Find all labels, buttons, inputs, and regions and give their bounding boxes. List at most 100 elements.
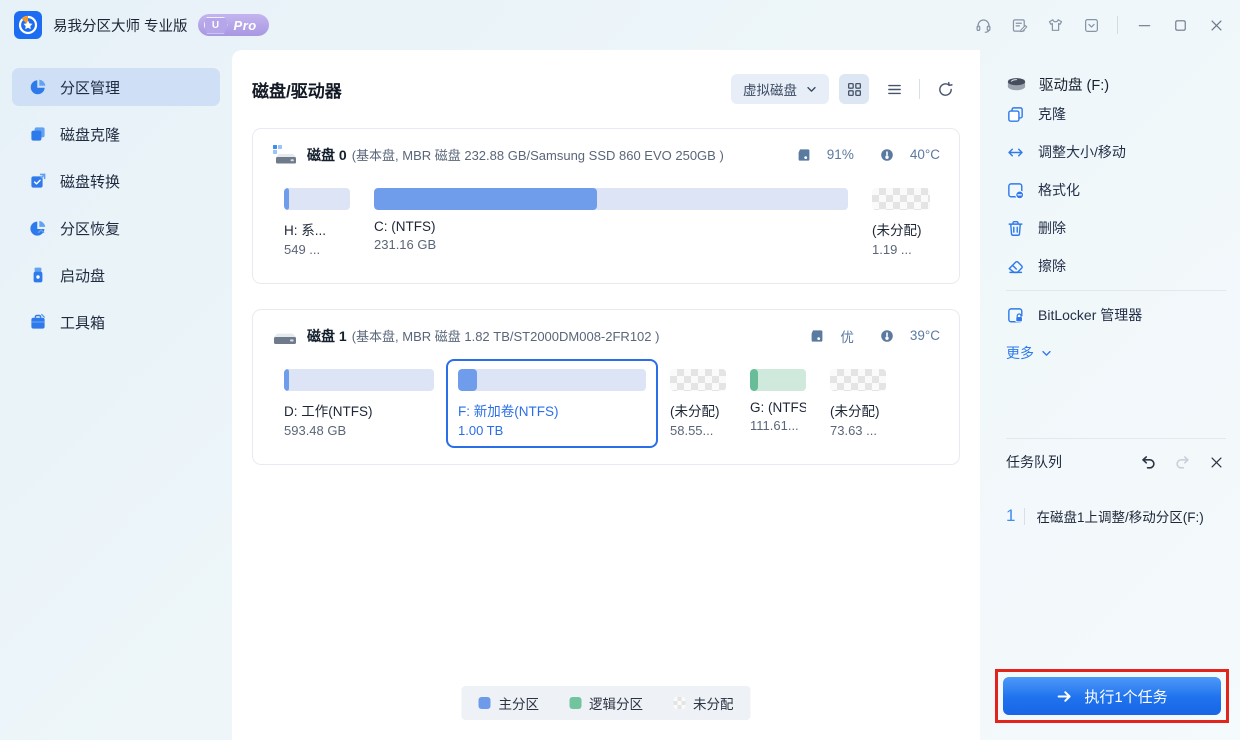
partition-item[interactable]: (未分配) 1.19 ... — [860, 178, 942, 267]
partition-recovery-icon — [29, 219, 47, 237]
page-title: 磁盘/驱动器 — [252, 81, 342, 101]
grid-view-button[interactable] — [839, 74, 869, 104]
partition-size: 1.00 TB — [458, 423, 504, 438]
maximize-button[interactable] — [1162, 10, 1198, 40]
disk-header: 磁盘 1 (基本盘, MBR 磁盘 1.82 TB/ST2000DM008-2FR… — [272, 325, 940, 346]
partition-bar — [374, 188, 848, 210]
partition-label: (未分配) — [670, 404, 720, 419]
task-number: 1 — [1006, 506, 1016, 525]
maximize-icon — [1172, 17, 1189, 34]
menu-box-icon — [1083, 17, 1100, 34]
sidebar-item-toolbox[interactable]: 工具箱 — [12, 303, 220, 341]
disk-badges: 优 39°C — [810, 326, 940, 346]
disk-header: 磁盘 0 (基本盘, MBR 磁盘 232.88 GB/Samsung SSD 8… — [272, 144, 940, 165]
minimize-button[interactable] — [1126, 10, 1162, 40]
partition-bar — [284, 188, 350, 210]
disk-list: 磁盘 0 (基本盘, MBR 磁盘 232.88 GB/Samsung SSD 8… — [252, 128, 960, 465]
undo-icon — [1140, 454, 1157, 471]
disk-name: 磁盘 0 — [307, 146, 347, 163]
partition-size: 231.16 GB — [374, 237, 437, 252]
action-delete[interactable]: 删除 — [1006, 209, 1226, 247]
partition-item[interactable]: G: (NTFS) 111.61... — [738, 359, 818, 443]
sidebar-item-partition-recovery[interactable]: 分区恢复 — [12, 209, 220, 247]
app-title: 易我分区大师 专业版 — [53, 18, 188, 35]
actions-divider — [1006, 290, 1226, 291]
thermometer-icon — [880, 148, 894, 162]
partition-item[interactable]: (未分配) 58.55... — [658, 359, 738, 448]
action-resize-move[interactable]: 调整大小/移动 — [1006, 133, 1226, 171]
virtual-disk-dropdown[interactable]: 虚拟磁盘 — [731, 74, 829, 104]
partition-size: 593.48 GB — [284, 423, 347, 438]
action-clone[interactable]: 克隆 — [1006, 95, 1226, 133]
action-panel: 驱动盘 (F:) 克隆 调整大小/移动 格式化 删除 擦除 BitLocker 管理器 … — [980, 50, 1240, 740]
disk-details: (基本盘, MBR 磁盘 1.82 TB/ST2000DM008-2FR102 … — [351, 329, 660, 344]
disk-card: 磁盘 0 (基本盘, MBR 磁盘 232.88 GB/Samsung SSD 8… — [252, 128, 960, 284]
more-label: 更多 — [1006, 345, 1034, 361]
legend-item-logical: 逻辑分区 — [569, 693, 643, 713]
task-item[interactable]: 1 在磁盘1上调整/移动分区(F:) — [1006, 506, 1226, 526]
redo-button[interactable] — [1172, 452, 1192, 472]
sidebar-item-disk-convert[interactable]: 磁盘转换 — [12, 162, 220, 200]
sidebar-nav: 分区管理磁盘克隆磁盘转换分区恢复启动盘工具箱 — [0, 50, 232, 740]
partition-bar — [284, 369, 434, 391]
action-label: 删除 — [1038, 220, 1066, 236]
selected-drive-header: 驱动盘 (F:) — [1006, 74, 1226, 95]
partition-bar — [830, 369, 886, 391]
disk-convert-icon — [29, 172, 47, 190]
sidebar-item-disk-clone[interactable]: 磁盘克隆 — [12, 115, 220, 153]
clone-icon — [1006, 105, 1025, 124]
sidebar-item-partition-management[interactable]: 分区管理 — [12, 68, 220, 106]
undo-button[interactable] — [1138, 452, 1158, 472]
action-wipe[interactable]: 擦除 — [1006, 247, 1226, 285]
headset-icon — [975, 17, 992, 34]
sidebar-item-label: 启动盘 — [60, 267, 106, 285]
task-queue-close-button[interactable] — [1206, 452, 1226, 472]
sidebar-item-label: 磁盘转换 — [60, 173, 121, 191]
disk-card: 磁盘 1 (基本盘, MBR 磁盘 1.82 TB/ST2000DM008-2FR… — [252, 309, 960, 465]
partition-size: 549 ... — [284, 242, 321, 257]
refresh-button[interactable] — [930, 74, 960, 104]
thermometer-icon — [880, 329, 894, 343]
header-controls: 虚拟磁盘 — [731, 74, 960, 104]
more-actions-link[interactable]: 更多 — [1006, 343, 1226, 363]
feedback-button[interactable] — [1001, 10, 1037, 40]
legend-swatch — [569, 697, 581, 709]
sidebar-item-label: 分区恢复 — [60, 220, 121, 238]
titlebar: 易我分区大师 专业版 U Pro — [0, 0, 1240, 50]
pro-badge-label: Pro — [233, 17, 257, 33]
disk-clone-icon — [29, 125, 47, 143]
action-label: 克隆 — [1038, 106, 1066, 122]
partition-item[interactable]: D: 工作(NTFS) 593.48 GB — [272, 359, 446, 448]
grid-view-icon — [846, 81, 863, 98]
disk-usage-badge: 优 — [810, 326, 854, 346]
close-icon — [1208, 454, 1225, 471]
bitlocker-label: BitLocker 管理器 — [1038, 307, 1143, 323]
sidebar-item-boot-disk[interactable]: 启动盘 — [12, 256, 220, 294]
execute-tasks-button[interactable]: 执行1个任务 — [1003, 677, 1221, 715]
selected-drive-label: 驱动盘 (F:) — [1039, 78, 1110, 94]
resize-move-icon — [1006, 143, 1025, 162]
action-format[interactable]: 格式化 — [1006, 171, 1226, 209]
partition-item[interactable]: C: (NTFS) 231.16 GB — [362, 178, 860, 262]
list-view-button[interactable] — [879, 74, 909, 104]
sidebar-item-label: 工具箱 — [60, 314, 106, 332]
partition-bar — [872, 188, 930, 210]
menu-button[interactable] — [1073, 10, 1109, 40]
task-queue: 任务队列 1 在磁盘1上调整/移动分区(F:) — [1006, 438, 1226, 526]
refresh-icon — [937, 81, 954, 98]
action-bitlocker-manager[interactable]: BitLocker 管理器 — [1006, 296, 1226, 334]
support-button[interactable] — [965, 10, 1001, 40]
controls-divider — [919, 79, 920, 99]
close-button[interactable] — [1198, 10, 1234, 40]
format-icon — [1006, 181, 1025, 200]
partition-size: 111.61... — [750, 418, 799, 433]
disk-badges: 91% 40°C — [797, 147, 940, 162]
arrow-right-icon — [1056, 688, 1073, 705]
disk-usage-icon — [810, 329, 824, 343]
disk-temp-badge: 39°C — [880, 328, 940, 343]
theme-button[interactable] — [1037, 10, 1073, 40]
partition-legend: 主分区 逻辑分区 未分配 — [461, 686, 751, 720]
partition-item[interactable]: (未分配) 73.63 ... — [818, 359, 898, 448]
partition-item[interactable]: H: 系... 549 ... — [272, 178, 362, 267]
partition-item[interactable]: F: 新加卷(NTFS) 1.00 TB — [446, 359, 658, 448]
